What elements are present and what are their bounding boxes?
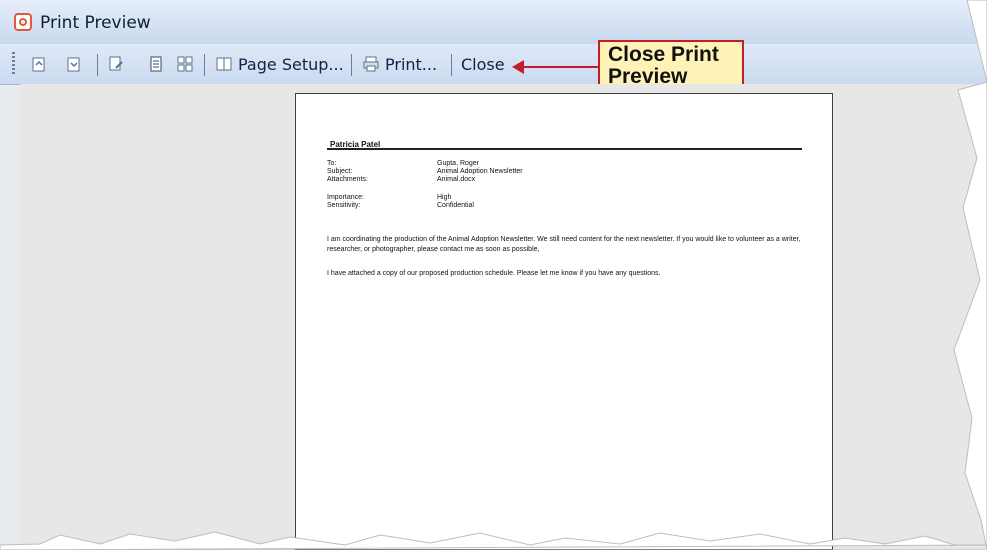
previous-page-icon — [29, 54, 49, 74]
document-page — [295, 93, 833, 550]
document-rule — [327, 148, 802, 150]
field-value-to: Gupta, Roger — [437, 160, 480, 167]
field-value-importance: High — [437, 194, 452, 201]
next-page-icon — [64, 54, 84, 74]
toolbar-grip-icon[interactable] — [12, 52, 15, 76]
toolbar-separator — [97, 54, 98, 76]
print-preview-app-icon — [14, 13, 32, 31]
window-title: Print Preview — [40, 13, 151, 33]
field-value-attachments: Animal.docx — [437, 176, 476, 183]
field-label-attachments: Attachments: — [327, 176, 368, 183]
field-value-subject: Animal Adoption Newsletter — [437, 168, 523, 175]
multiple-pages-icon — [175, 54, 195, 74]
field-label-importance: Importance: — [327, 194, 364, 201]
single-page-view-button[interactable] — [146, 51, 166, 77]
page-setup-button[interactable]: Page Setup... — [214, 51, 344, 77]
field-label-subject: Subject: — [327, 168, 353, 175]
callout-line-1: Close Print — [608, 43, 719, 66]
toolbar-separator — [351, 54, 352, 76]
page-setup-icon — [106, 54, 126, 74]
toolbar-separator — [451, 54, 452, 76]
toolbar: Page Setup... Print... Close — [0, 44, 987, 124]
print-label: Print... — [385, 54, 438, 74]
document-paragraph-1: I am coordinating the production of the … — [327, 236, 801, 253]
print-button[interactable]: Print... — [361, 51, 437, 77]
previous-page-button[interactable] — [29, 51, 49, 77]
callout-arrow-line — [521, 66, 598, 68]
close-label: Close — [461, 54, 505, 74]
document-paragraph-2: I have attached a copy of our proposed p… — [327, 270, 661, 277]
field-label-sensitivity: Sensitivity: — [327, 202, 361, 209]
field-label-to: To: — [327, 160, 337, 167]
close-button[interactable]: Close — [461, 51, 505, 77]
page-setup-icon — [214, 54, 234, 74]
single-page-icon — [146, 54, 166, 74]
next-page-button[interactable] — [64, 51, 84, 77]
field-value-sensitivity: Confidential — [437, 202, 474, 209]
callout-arrow-head — [512, 60, 524, 74]
title-bar: Print Preview — [0, 0, 987, 45]
print-preview-window: Print Preview Page Setup... Print... Clo… — [0, 0, 987, 550]
page-setup-label: Page Setup... — [238, 54, 344, 74]
page-setup-preview-button[interactable] — [106, 51, 126, 77]
toolbar-separator — [204, 54, 205, 76]
multiple-pages-view-button[interactable] — [175, 51, 195, 77]
printer-icon — [361, 54, 381, 74]
